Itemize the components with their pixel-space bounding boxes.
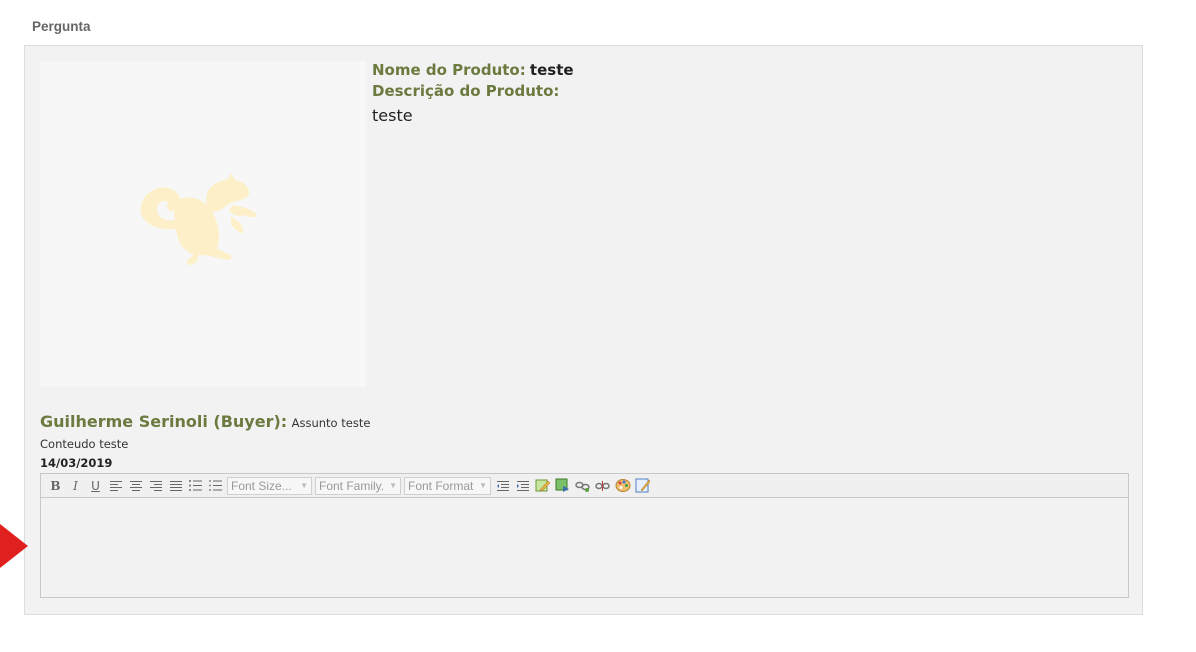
indent-button[interactable] <box>514 477 531 495</box>
chevron-down-icon: ▼ <box>389 481 397 490</box>
question-date: 14/03/2019 <box>40 456 113 470</box>
indent-icon <box>516 480 529 491</box>
product-name-value: teste <box>529 61 574 79</box>
edit-image-icon <box>535 479 550 492</box>
font-size-select[interactable]: Font Size... ▼ <box>227 476 312 495</box>
red-arrow-indicator <box>0 524 28 568</box>
product-description-label: Descrição do Produto: <box>372 82 560 100</box>
bold-icon: B <box>50 478 61 493</box>
squirrel-placeholder-icon <box>140 173 257 265</box>
align-left-icon <box>109 480 122 491</box>
italic-icon: I <box>73 478 78 493</box>
bold-button[interactable]: B <box>47 477 64 495</box>
palette-icon <box>615 479 630 492</box>
link-icon <box>575 481 590 492</box>
align-right-button[interactable] <box>147 477 164 495</box>
chevron-down-icon: ▼ <box>300 481 308 490</box>
underline-icon: U <box>91 478 100 493</box>
section-title: Pergunta <box>32 19 91 34</box>
font-family-select[interactable]: Font Family. ▼ <box>315 476 401 495</box>
font-format-select[interactable]: Font Format ▼ <box>404 476 491 495</box>
unlink-button[interactable] <box>594 477 611 495</box>
outdent-button[interactable] <box>494 477 511 495</box>
product-name-label: Nome do Produto: <box>372 61 526 79</box>
align-center-button[interactable] <box>127 477 144 495</box>
html-source-button[interactable] <box>634 477 651 495</box>
unordered-list-button[interactable] <box>207 477 224 495</box>
italic-button[interactable]: I <box>67 477 84 495</box>
font-family-value: Font Family. <box>319 478 385 493</box>
align-left-button[interactable] <box>107 477 124 495</box>
insert-image-icon <box>555 478 569 492</box>
question-subject: Assunto teste <box>291 416 371 430</box>
ordered-list-icon <box>189 480 202 491</box>
rich-text-editor: B I U Font Size... ▼ Font Family. ▼ Font… <box>40 473 1129 598</box>
align-justify-button[interactable] <box>167 477 184 495</box>
insert-image-button[interactable] <box>554 477 571 495</box>
question-author: Guilherme Serinoli (Buyer): <box>40 412 288 431</box>
question-block: Guilherme Serinoli (Buyer): Assunto test… <box>40 411 370 470</box>
chevron-down-icon: ▼ <box>479 481 487 490</box>
align-justify-icon <box>169 480 182 491</box>
underline-button[interactable]: U <box>87 477 104 495</box>
outdent-icon <box>496 480 509 491</box>
question-content: Conteudo teste <box>40 437 129 451</box>
product-name-row: Nome do Produto: teste <box>372 60 1072 81</box>
align-center-icon <box>129 480 142 491</box>
html-source-icon <box>635 478 650 493</box>
product-description-value: teste <box>372 106 413 125</box>
insert-link-button[interactable] <box>574 477 591 495</box>
align-right-icon <box>149 480 162 491</box>
product-info: Nome do Produto: teste Descrição do Prod… <box>372 60 1072 125</box>
editor-toolbar: B I U Font Size... ▼ Font Family. ▼ Font… <box>41 474 1128 498</box>
editor-text-area[interactable] <box>41 498 1128 597</box>
font-format-value: Font Format <box>408 478 474 493</box>
unordered-list-icon <box>209 480 222 491</box>
ordered-list-button[interactable] <box>187 477 204 495</box>
edit-image-button[interactable] <box>534 477 551 495</box>
font-size-value: Font Size... <box>231 478 292 493</box>
unlink-icon <box>595 480 610 491</box>
product-image <box>40 61 366 387</box>
question-panel: Nome do Produto: teste Descrição do Prod… <box>24 45 1143 615</box>
color-picker-button[interactable] <box>614 477 631 495</box>
